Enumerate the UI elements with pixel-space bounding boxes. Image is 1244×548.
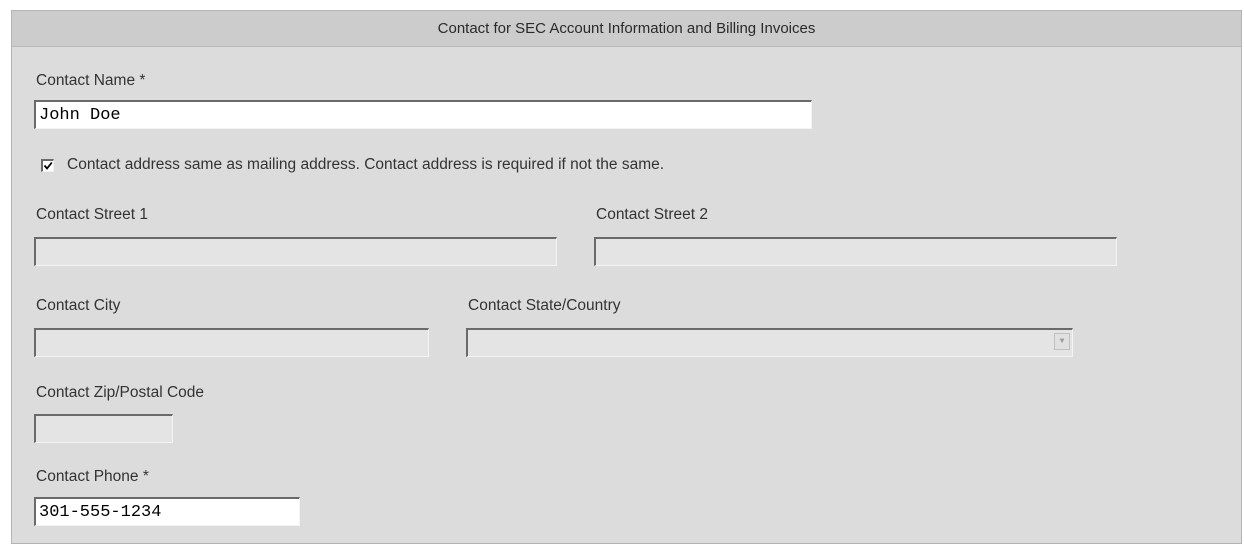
contact-section-panel: Contact for SEC Account Information and … <box>11 10 1242 544</box>
contact-street2-input[interactable] <box>594 237 1117 266</box>
contact-city-label: Contact City <box>36 297 121 314</box>
contact-street1-label: Contact Street 1 <box>36 206 149 223</box>
contact-name-input[interactable] <box>34 100 812 129</box>
contact-state-country-select[interactable]: ▼ <box>466 328 1073 357</box>
contact-name-label: Contact Name * <box>36 72 146 89</box>
contact-state-country-label: Contact State/Country <box>468 297 621 314</box>
checkmark-icon <box>43 161 53 170</box>
contact-city-input[interactable] <box>34 328 429 357</box>
contact-zip-input[interactable] <box>34 414 173 443</box>
contact-street1-input[interactable] <box>34 237 557 266</box>
contact-zip-label: Contact Zip/Postal Code <box>36 384 205 401</box>
same-address-label: Contact address same as mailing address.… <box>67 156 665 173</box>
contact-street2-label: Contact Street 2 <box>596 206 709 223</box>
section-title: Contact for SEC Account Information and … <box>12 11 1241 47</box>
same-address-checkbox[interactable] <box>41 159 54 172</box>
chevron-down-icon[interactable]: ▼ <box>1054 333 1070 350</box>
contact-phone-label: Contact Phone * <box>36 468 149 485</box>
contact-phone-input[interactable] <box>34 497 300 526</box>
